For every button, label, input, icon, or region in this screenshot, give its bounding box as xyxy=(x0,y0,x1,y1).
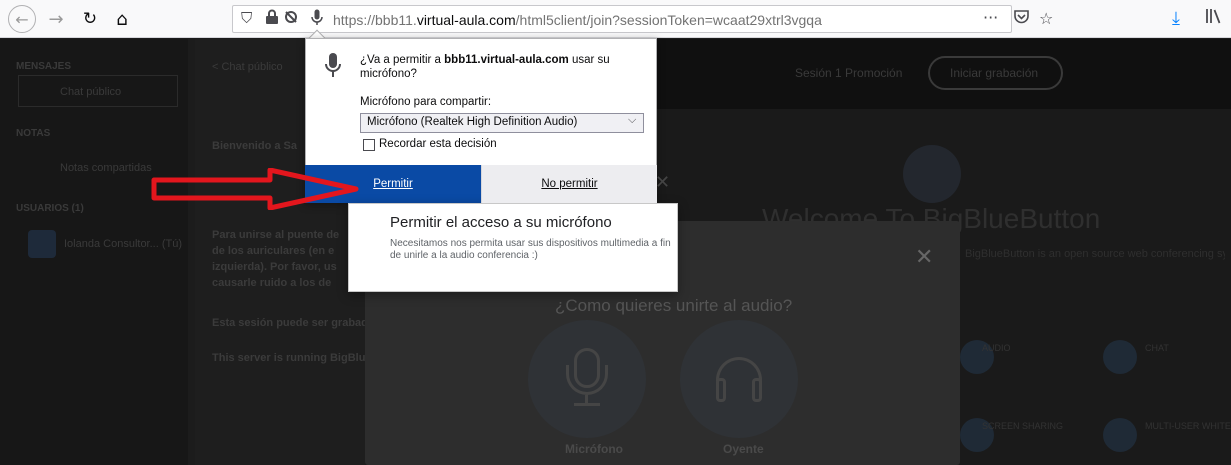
chevron-down-icon[interactable]: ⌵ xyxy=(628,113,636,127)
close-icon[interactable]: ✕ xyxy=(655,172,670,193)
microphone-option-label: Micrófono xyxy=(565,442,623,456)
microphone-icon xyxy=(574,403,600,406)
bbb-logo-icon xyxy=(903,145,961,203)
chat-message: causarle ruido a los de xyxy=(212,277,332,289)
share-device-label: Micrófono para compartir: xyxy=(360,96,492,108)
chat-feature-icon xyxy=(1103,340,1137,374)
red-arrow-icon xyxy=(151,168,359,210)
feature-title: AUDIO xyxy=(982,343,1011,353)
library-icon[interactable] xyxy=(1205,8,1223,28)
reload-icon[interactable]: ↻ xyxy=(76,5,104,33)
feature-title: CHAT xyxy=(1145,343,1169,353)
deny-button[interactable]: No permitir xyxy=(481,165,657,203)
feature-title: SCREEN SHARING xyxy=(982,421,1064,431)
info-card-body: Necesitamos nos permita usar sus disposi… xyxy=(390,238,671,261)
public-chat-label: Chat público xyxy=(60,86,122,98)
lock-icon[interactable] xyxy=(265,9,279,29)
whiteboard-feature-icon xyxy=(1103,418,1137,452)
audio-modal-title: ¿Como quieres unirte al audio? xyxy=(555,296,793,315)
headphones-icon xyxy=(752,378,762,402)
chat-message: de los auriculares (en e xyxy=(212,245,335,257)
session-title: Sesión 1 Promoción xyxy=(795,66,903,80)
permission-question: ¿Va a permitir a bbb11.virtual-aula.com … xyxy=(360,54,610,80)
close-icon[interactable]: ✕ xyxy=(915,245,933,270)
microphone-device-select[interactable]: Micrófono (Realtek High Definition Audio… xyxy=(360,113,644,133)
remember-decision-checkbox[interactable] xyxy=(363,139,375,151)
url-bar[interactable]: ⛉ https://bbb11.virtual-aula.com/html5cl… xyxy=(232,5,1053,33)
microphone-icon xyxy=(324,52,342,85)
chat-message: Esta sesión puede ser grabad xyxy=(212,317,368,329)
pocket-icon[interactable] xyxy=(1013,9,1030,29)
messages-header: MENSAJES xyxy=(16,61,72,72)
microphone-icon[interactable] xyxy=(311,9,323,30)
back-arrow-icon[interactable]: ← xyxy=(8,5,36,33)
headphones-icon xyxy=(716,378,726,402)
chat-message: Bienvenido a Sa xyxy=(212,140,297,152)
feature-title: MULTI-USER WHITEBOARD xyxy=(1145,421,1231,431)
chat-message: This server is running BigBlu xyxy=(212,352,366,364)
avatar[interactable] xyxy=(28,230,56,258)
listen-only-option-label: Oyente xyxy=(723,442,764,456)
chat-header[interactable]: < Chat público xyxy=(212,61,283,73)
permissions-icon[interactable] xyxy=(283,9,299,29)
notes-header: NOTAS xyxy=(16,128,51,139)
home-icon[interactable]: ⌂ xyxy=(108,5,136,33)
chat-message: Para unirse al puente de xyxy=(212,229,340,241)
browser-toolbar: ← → ↻ ⌂ ⛉ https://bbb11.virtual-aula.com… xyxy=(0,0,1231,38)
chat-message: izquierda). Por favor, us xyxy=(212,261,337,273)
user-name[interactable]: Iolanda Consultor... (Tú) xyxy=(64,238,182,250)
forward-arrow-icon[interactable]: → xyxy=(42,5,70,33)
remember-decision-label[interactable]: Recordar esta decisión xyxy=(379,138,497,150)
tracking-shield-icon[interactable]: ⛉ xyxy=(241,9,252,27)
page-actions-icon[interactable]: ··· xyxy=(983,8,998,27)
record-label: Iniciar grabación xyxy=(950,66,1039,80)
info-card-title: Permitir el acceso a su micrófono xyxy=(390,214,612,231)
download-icon[interactable]: ⤓ xyxy=(1172,8,1180,29)
deny-button-label: No permitir xyxy=(541,178,598,190)
users-header: USUARIOS (1) xyxy=(16,203,84,214)
url-text[interactable]: https://bbb11.virtual-aula.com/html5clie… xyxy=(333,12,822,28)
bookmark-star-icon[interactable]: ☆ xyxy=(1039,9,1053,28)
welcome-subtitle: BigBlueButton is an open source web conf… xyxy=(965,248,1225,260)
shared-notes-label[interactable]: Notas compartidas xyxy=(60,162,152,174)
